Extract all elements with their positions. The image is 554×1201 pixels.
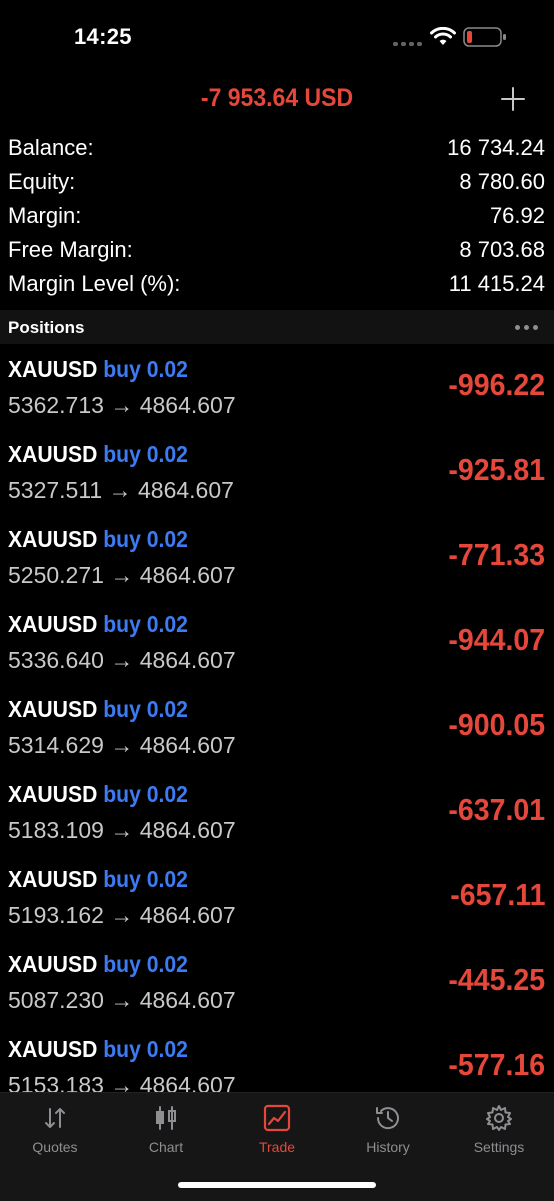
position-symbol: XAUUSD (8, 356, 98, 382)
account-summary: Balance: 16 734.24 Equity: 8 780.60 Marg… (0, 130, 554, 300)
positions-list: XAUUSD buy 0.02 5362.713 → 4864.607 -996… (0, 344, 554, 1092)
position-profit: -637.01 (448, 792, 545, 827)
position-row[interactable]: XAUUSD buy 0.02 5153.183 → 4864.607 -577… (0, 1024, 554, 1092)
position-symbol: XAUUSD (8, 781, 98, 807)
ellipsis-icon[interactable] (515, 325, 538, 330)
position-profit: -771.33 (448, 537, 545, 572)
position-row[interactable]: XAUUSD buy 0.02 5362.713 → 4864.607 -996… (0, 344, 554, 429)
position-type: buy 0.02 (103, 781, 188, 807)
position-symbol-line: XAUUSD buy 0.02 (8, 526, 188, 553)
position-type: buy 0.02 (103, 611, 188, 637)
account-label: Margin: (8, 203, 82, 228)
position-symbol-line: XAUUSD buy 0.02 (8, 866, 188, 893)
position-type: buy 0.02 (103, 1036, 188, 1062)
position-row[interactable]: XAUUSD buy 0.02 5193.162 → 4864.607 -657… (0, 854, 554, 939)
position-symbol: XAUUSD (8, 951, 98, 977)
account-value: 11 415.24 (448, 271, 545, 296)
position-symbol-line: XAUUSD buy 0.02 (8, 441, 188, 468)
cellular-signal-icon (393, 42, 423, 46)
account-value: 76.92 (489, 203, 545, 228)
settings-gear-icon (486, 1105, 512, 1131)
position-prices: 5336.640 → 4864.607 (8, 647, 236, 673)
tab-label: History (366, 1139, 410, 1155)
account-row-free-margin: Free Margin: 8 703.68 (0, 232, 554, 266)
position-symbol-line: XAUUSD buy 0.02 (8, 696, 188, 723)
account-label: Margin Level (%): (8, 271, 181, 296)
position-row[interactable]: XAUUSD buy 0.02 5336.640 → 4864.607 -944… (0, 599, 554, 684)
position-symbol: XAUUSD (8, 441, 98, 467)
quotes-arrows-icon (45, 1108, 65, 1128)
account-row-margin: Margin: 76.92 (0, 198, 554, 232)
position-row[interactable]: XAUUSD buy 0.02 5087.230 → 4864.607 -445… (0, 939, 554, 1024)
position-prices: 5314.629 → 4864.607 (8, 732, 236, 758)
status-time: 14:25 (74, 24, 132, 49)
position-type: buy 0.02 (103, 441, 188, 467)
tab-quotes[interactable]: Quotes (0, 1103, 110, 1155)
position-row[interactable]: XAUUSD buy 0.02 5327.511 → 4864.607 -925… (0, 429, 554, 514)
account-row-balance: Balance: 16 734.24 (0, 130, 554, 164)
position-symbol-line: XAUUSD buy 0.02 (8, 1036, 188, 1063)
header: -7 953.64 USD (0, 78, 554, 128)
account-label: Balance: (8, 135, 94, 160)
position-prices: 5183.109 → 4864.607 (8, 817, 236, 843)
tab-label: Quotes (32, 1139, 78, 1155)
position-symbol: XAUUSD (8, 526, 98, 552)
tab-history[interactable]: History (333, 1103, 443, 1155)
position-symbol-line: XAUUSD buy 0.02 (8, 781, 188, 808)
account-row-equity: Equity: 8 780.60 (0, 164, 554, 198)
position-profit: -577.16 (448, 1047, 545, 1082)
position-symbol-line: XAUUSD buy 0.02 (8, 611, 188, 638)
position-type: buy 0.02 (103, 866, 188, 892)
position-prices: 5327.511 → 4864.607 (8, 477, 234, 503)
account-value: 8 703.68 (459, 237, 545, 262)
position-profit: -445.25 (448, 962, 545, 997)
position-prices: 5087.230 → 4864.607 (8, 987, 236, 1013)
tab-label: Trade (258, 1139, 296, 1155)
trade-chart-icon (263, 1104, 291, 1132)
status-bar: 14:25 (0, 0, 554, 78)
position-symbol-line: XAUUSD buy 0.02 (8, 356, 188, 383)
battery-icon (463, 27, 506, 47)
position-row[interactable]: XAUUSD buy 0.02 5250.271 → 4864.607 -771… (0, 514, 554, 599)
tab-chart[interactable]: Chart (111, 1103, 221, 1155)
tab-label: Settings (473, 1139, 525, 1155)
position-type: buy 0.02 (103, 951, 188, 977)
plus-icon[interactable] (496, 82, 530, 116)
position-symbol: XAUUSD (8, 696, 98, 722)
position-symbol: XAUUSD (8, 1036, 98, 1062)
account-row-margin-level: Margin Level (%): 11 415.24 (0, 266, 554, 300)
total-profit: -7 953.64 USD (200, 84, 354, 112)
position-symbol: XAUUSD (8, 866, 98, 892)
position-prices: 5250.271 → 4864.607 (8, 562, 236, 588)
position-profit: -900.05 (448, 707, 545, 742)
position-prices: 5362.713 → 4864.607 (8, 392, 236, 418)
position-symbol: XAUUSD (8, 611, 98, 637)
account-value: 8 780.60 (459, 169, 545, 194)
position-profit: -657.11 (449, 877, 545, 912)
position-type: buy 0.02 (103, 526, 188, 552)
tab-trade[interactable]: Trade (222, 1103, 332, 1155)
position-profit: -925.81 (448, 452, 545, 487)
positions-header: Positions (0, 310, 554, 344)
account-value: 16 734.24 (447, 135, 545, 160)
position-type: buy 0.02 (103, 696, 188, 722)
account-label: Free Margin: (8, 237, 133, 262)
history-clock-icon (376, 1107, 399, 1130)
home-indicator (178, 1182, 376, 1188)
position-row[interactable]: XAUUSD buy 0.02 5183.109 → 4864.607 -637… (0, 769, 554, 854)
positions-title: Positions (8, 318, 85, 337)
tab-settings[interactable]: Settings (444, 1103, 554, 1155)
wifi-icon (430, 27, 456, 45)
candlestick-chart-icon (156, 1106, 176, 1130)
position-profit: -996.22 (448, 367, 545, 402)
position-row[interactable]: XAUUSD buy 0.02 5314.629 → 4864.607 -900… (0, 684, 554, 769)
position-prices: 5193.162 → 4864.607 (8, 902, 236, 928)
account-label: Equity: (8, 169, 76, 194)
position-type: buy 0.02 (103, 356, 188, 382)
position-prices: 5153.183 → 4864.607 (8, 1072, 236, 1092)
tab-label: Chart (148, 1139, 184, 1155)
position-symbol-line: XAUUSD buy 0.02 (8, 951, 188, 978)
position-profit: -944.07 (448, 622, 545, 657)
